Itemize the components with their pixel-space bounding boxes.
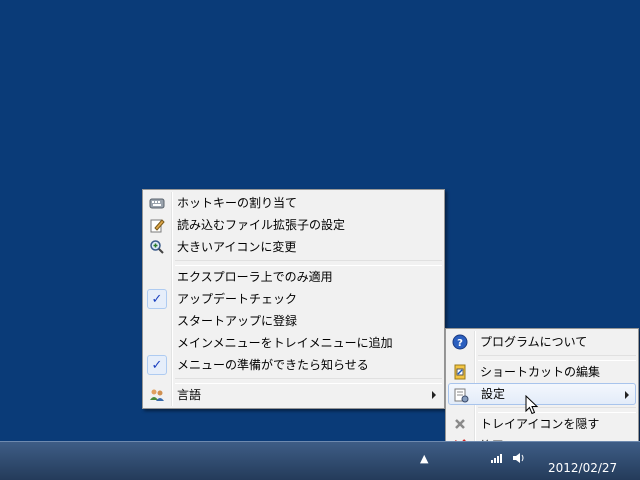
main-context-menu: ホットキーの割り当て 読み込むファイル拡張子の設定 大きいアイコンに変更 エクス… xyxy=(142,189,445,409)
menu-item-settings[interactable]: 設定 xyxy=(448,383,636,405)
show-hidden-icons-icon[interactable]: ▲ xyxy=(420,452,428,465)
volume-icon[interactable] xyxy=(512,452,526,467)
menu-item-label: ホットキーの割り当て xyxy=(177,196,298,210)
users-icon xyxy=(148,386,166,404)
menu-item-startup[interactable]: スタートアップに登録 xyxy=(145,310,442,332)
menu-item-label: メニューの準備ができたら知らせる xyxy=(177,358,369,372)
taskbar xyxy=(0,441,640,480)
menu-item-file-extensions[interactable]: 読み込むファイル拡張子の設定 xyxy=(145,214,442,236)
menu-item-label: 読み込むファイル拡張子の設定 xyxy=(177,218,346,232)
menu-item-label: エクスプローラ上でのみ適用 xyxy=(177,270,333,284)
submenu-arrow-icon xyxy=(432,391,436,399)
mouse-cursor-icon xyxy=(525,395,539,415)
menu-item-label: 設定 xyxy=(481,387,506,401)
network-icon[interactable] xyxy=(490,452,504,467)
svg-text:?: ? xyxy=(457,338,463,349)
menu-item-add-to-tray[interactable]: メインメニューをトレイメニューに追加 xyxy=(145,332,442,354)
menu-item-about[interactable]: ? プログラムについて xyxy=(448,331,636,353)
settings-icon xyxy=(452,386,470,404)
submenu-arrow-icon xyxy=(625,391,629,399)
shortcut-icon xyxy=(451,363,469,381)
menu-item-label: トレイアイコンを隠す xyxy=(480,417,600,431)
edit-icon xyxy=(148,216,166,234)
zoom-icon xyxy=(148,238,166,256)
help-icon: ? xyxy=(451,333,469,351)
menu-item-label: アップデートチェック xyxy=(177,292,298,306)
menu-item-notify-ready[interactable]: ✓ メニューの準備ができたら知らせる xyxy=(145,354,442,376)
keyboard-icon xyxy=(148,194,166,212)
menu-item-label: ショートカットの編集 xyxy=(480,365,601,379)
check-icon: ✓ xyxy=(147,355,167,375)
menu-item-hotkey[interactable]: ホットキーの割り当て xyxy=(145,192,442,214)
taskbar-clock[interactable]: 2012/02/27 xyxy=(548,461,617,475)
menu-item-label: プログラムについて xyxy=(480,335,588,349)
menu-item-explorer-only[interactable]: エクスプローラ上でのみ適用 xyxy=(145,266,442,288)
menu-item-label: 大きいアイコンに変更 xyxy=(177,240,297,254)
menu-item-label: 言語 xyxy=(177,388,202,402)
menu-item-update-check[interactable]: ✓ アップデートチェック xyxy=(145,288,442,310)
menu-item-label: スタートアップに登録 xyxy=(177,314,298,328)
hide-icon xyxy=(451,415,469,433)
menu-item-edit-shortcuts[interactable]: ショートカットの編集 xyxy=(448,361,636,383)
menu-item-hide-tray-icon[interactable]: トレイアイコンを隠す xyxy=(448,413,636,435)
menu-item-language[interactable]: 言語 xyxy=(145,384,442,406)
menu-item-label: メインメニューをトレイメニューに追加 xyxy=(177,336,393,350)
menu-item-large-icons[interactable]: 大きいアイコンに変更 xyxy=(145,236,442,258)
check-icon: ✓ xyxy=(147,289,167,309)
